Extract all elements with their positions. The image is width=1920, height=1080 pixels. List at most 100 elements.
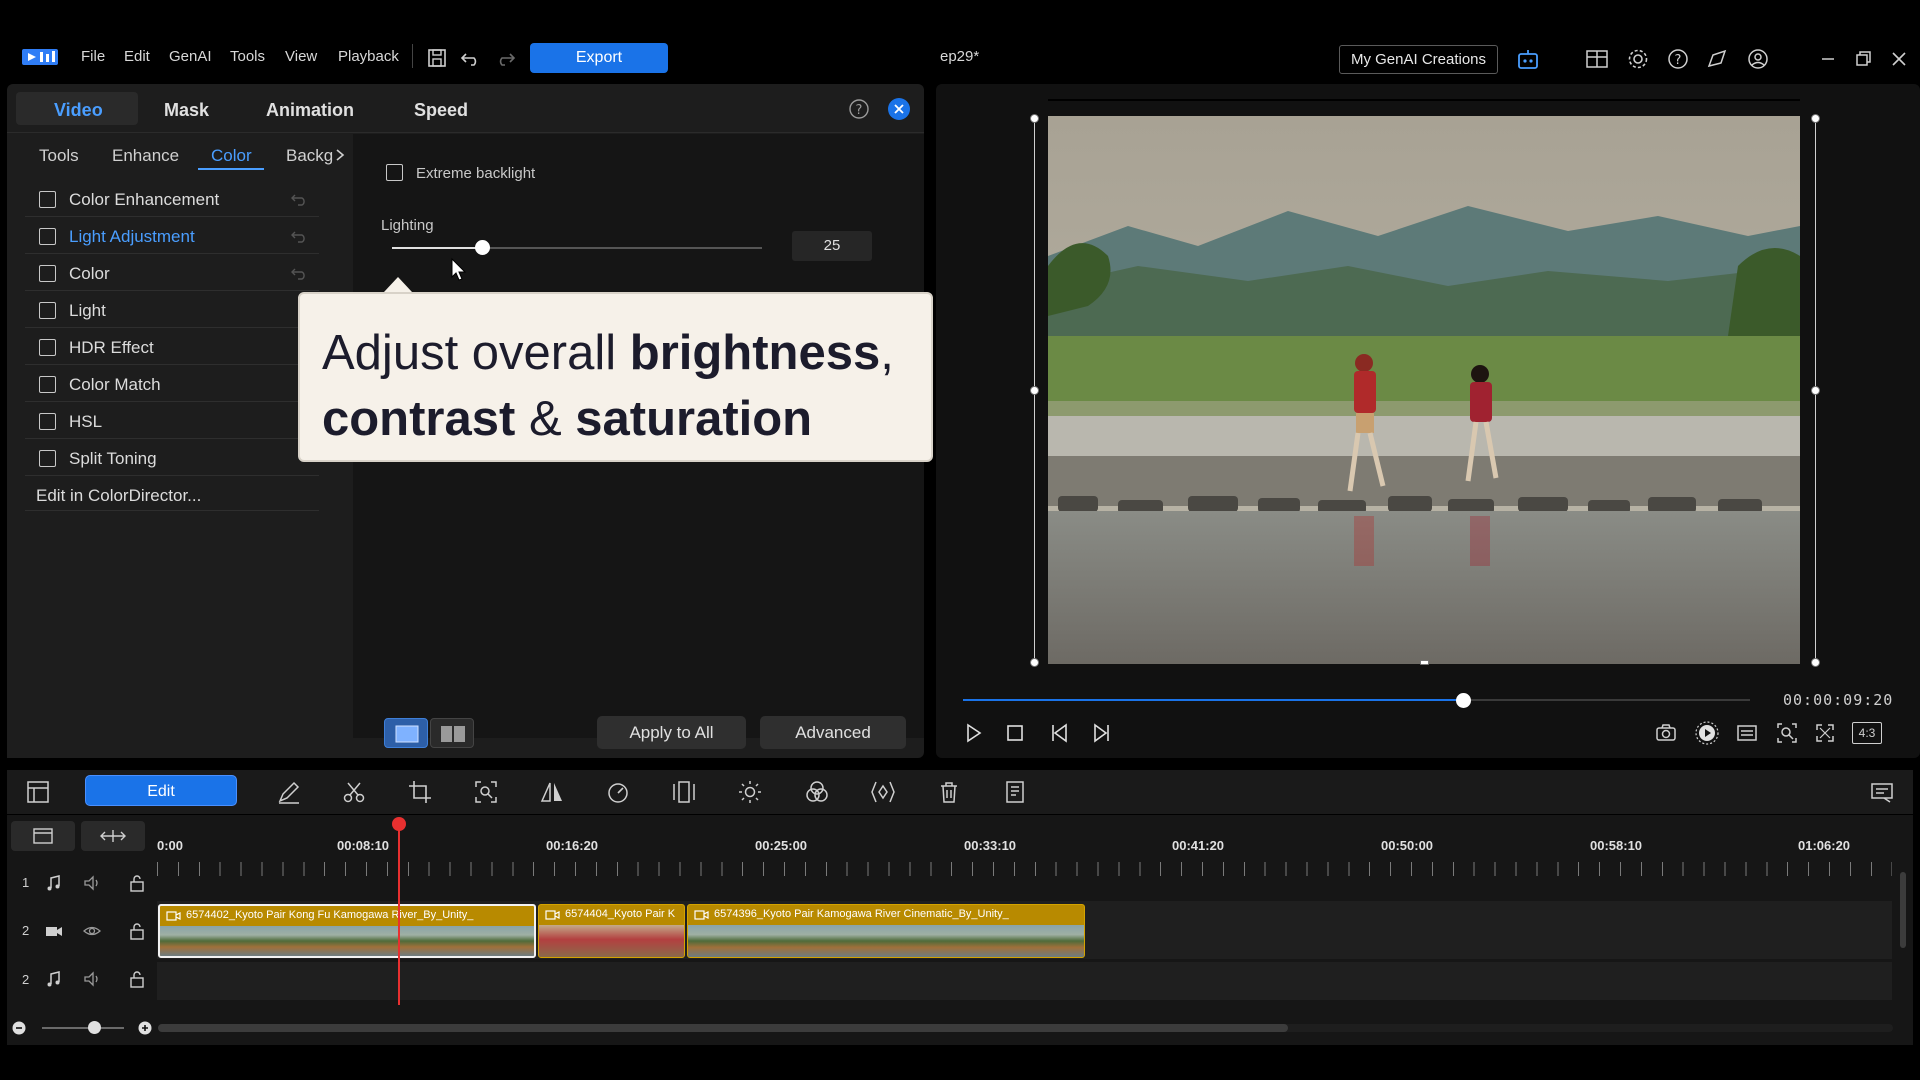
reset-icon[interactable] <box>289 264 309 282</box>
advanced-button[interactable]: Advanced <box>760 716 906 749</box>
aspect-ratio-button[interactable]: 4:3 <box>1852 722 1882 744</box>
account-icon[interactable] <box>1745 46 1771 72</box>
vertical-scrollbar-thumb[interactable] <box>1900 872 1906 948</box>
timeline-zoom-slider[interactable] <box>42 1027 124 1029</box>
edit-in-colordirector-link[interactable]: Edit in ColorDirector... <box>36 486 201 506</box>
lighting-value-input[interactable]: 25 <box>792 231 872 261</box>
split-scissors-icon[interactable] <box>340 778 368 806</box>
video-clip[interactable]: 6574396_Kyoto Pair Kamogawa River Cinema… <box>687 904 1085 958</box>
checkbox[interactable] <box>39 413 56 430</box>
feature-hdr-effect[interactable]: HDR Effect <box>25 328 319 365</box>
checkbox[interactable] <box>39 302 56 319</box>
tab-mask[interactable]: Mask <box>164 100 209 121</box>
genai-robot-icon[interactable] <box>1515 46 1541 72</box>
flip-icon[interactable] <box>538 778 566 806</box>
checkbox[interactable] <box>39 339 56 356</box>
audio-track-1[interactable] <box>157 885 1892 893</box>
snapshot-camera-icon[interactable] <box>1653 720 1679 746</box>
play-icon[interactable] <box>960 720 986 746</box>
edit-button[interactable]: Edit <box>85 775 237 806</box>
help-icon[interactable]: ? <box>1665 46 1691 72</box>
subtab-background[interactable]: Backg <box>286 146 333 166</box>
resize-handle[interactable] <box>1030 114 1039 123</box>
reset-icon[interactable] <box>289 190 309 208</box>
subtab-tools[interactable]: Tools <box>39 146 79 166</box>
menu-genai[interactable]: GenAI <box>169 48 212 65</box>
resize-handle[interactable] <box>1030 386 1039 395</box>
track-manager-button[interactable] <box>11 821 75 851</box>
redo-icon[interactable] <box>492 45 518 71</box>
menu-file[interactable]: File <box>81 48 105 65</box>
resize-handle[interactable] <box>1030 658 1039 667</box>
panel-help-icon[interactable]: ? <box>846 96 872 122</box>
video-frame[interactable] <box>1048 116 1800 664</box>
visibility-eye-icon[interactable] <box>82 921 102 941</box>
menu-playback[interactable]: Playback <box>338 48 399 65</box>
feature-color[interactable]: Color <box>25 254 319 291</box>
timeline-settings-icon[interactable] <box>1868 778 1896 806</box>
pan-zoom-icon[interactable] <box>472 778 500 806</box>
media-room-icon[interactable] <box>24 778 52 806</box>
resize-handle[interactable] <box>1811 114 1820 123</box>
tab-animation[interactable]: Animation <box>266 100 354 121</box>
checkbox[interactable] <box>39 228 56 245</box>
restore-icon[interactable] <box>1850 46 1876 72</box>
horizontal-scrollbar-thumb[interactable] <box>158 1024 1288 1032</box>
tab-speed[interactable]: Speed <box>414 100 468 121</box>
extreme-backlight-checkbox[interactable] <box>386 164 403 181</box>
feature-hsl[interactable]: HSL <box>25 402 319 439</box>
fullscreen-icon[interactable] <box>1812 720 1838 746</box>
export-button[interactable]: Export <box>530 43 668 73</box>
undo-icon[interactable] <box>458 45 484 71</box>
feature-color-match[interactable]: Color Match <box>25 365 319 402</box>
timeline-zoom-handle[interactable] <box>88 1021 101 1034</box>
mute-speaker-icon[interactable] <box>82 969 102 989</box>
stop-icon[interactable] <box>1002 720 1028 746</box>
chevron-right-icon[interactable] <box>333 146 347 164</box>
preview-quality-icon[interactable] <box>1694 720 1720 746</box>
video-clip[interactable]: 6574404_Kyoto Pair K <box>538 904 685 958</box>
settings-gear-icon[interactable] <box>1625 46 1651 72</box>
keyframe-icon[interactable] <box>670 778 698 806</box>
panel-close-icon[interactable] <box>886 96 912 122</box>
checkbox[interactable] <box>39 376 56 393</box>
close-window-icon[interactable] <box>1886 46 1912 72</box>
resize-handle[interactable] <box>1420 660 1429 665</box>
save-icon[interactable] <box>424 45 450 71</box>
next-frame-icon[interactable] <box>1088 720 1114 746</box>
pen-tool-icon[interactable] <box>275 778 303 806</box>
audio-track-2[interactable] <box>157 962 1892 1000</box>
feature-light[interactable]: Light <box>25 291 319 328</box>
preview-scrubber-handle[interactable] <box>1456 693 1471 708</box>
feature-light-adjustment[interactable]: Light Adjustment <box>25 217 319 254</box>
minimize-icon[interactable] <box>1815 46 1841 72</box>
layout-icon[interactable] <box>1584 46 1610 72</box>
video-clip[interactable]: 6574402_Kyoto Pair Kong Fu Kamogawa Rive… <box>158 904 536 958</box>
track-lock-icon[interactable] <box>127 969 147 989</box>
track-lock-icon[interactable] <box>127 921 147 941</box>
track-lock-icon[interactable] <box>127 873 147 893</box>
fit-timeline-button[interactable] <box>81 821 145 851</box>
checkbox[interactable] <box>39 191 56 208</box>
checkbox[interactable] <box>39 265 56 282</box>
zoom-out-icon[interactable] <box>11 1020 27 1036</box>
resize-handle[interactable] <box>1811 386 1820 395</box>
reset-icon[interactable] <box>289 227 309 245</box>
menu-tools[interactable]: Tools <box>230 48 265 65</box>
menu-edit[interactable]: Edit <box>124 48 150 65</box>
menu-view[interactable]: View <box>285 48 317 65</box>
mute-speaker-icon[interactable] <box>82 873 102 893</box>
speed-icon[interactable] <box>604 778 632 806</box>
feature-color-enhancement[interactable]: Color Enhancement <box>25 180 319 217</box>
delete-trash-icon[interactable] <box>935 778 963 806</box>
previous-frame-icon[interactable] <box>1047 720 1073 746</box>
more-tools-icon[interactable] <box>1001 778 1029 806</box>
zoom-in-icon[interactable] <box>137 1020 153 1036</box>
my-genai-creations-button[interactable]: My GenAI Creations <box>1339 45 1498 74</box>
apply-to-all-button[interactable]: Apply to All <box>597 716 746 749</box>
brightness-icon[interactable] <box>736 778 764 806</box>
checkbox[interactable] <box>39 450 56 467</box>
lighting-slider-handle[interactable] <box>475 240 490 255</box>
zoom-preview-icon[interactable] <box>1774 720 1800 746</box>
subtab-color[interactable]: Color <box>211 146 252 166</box>
